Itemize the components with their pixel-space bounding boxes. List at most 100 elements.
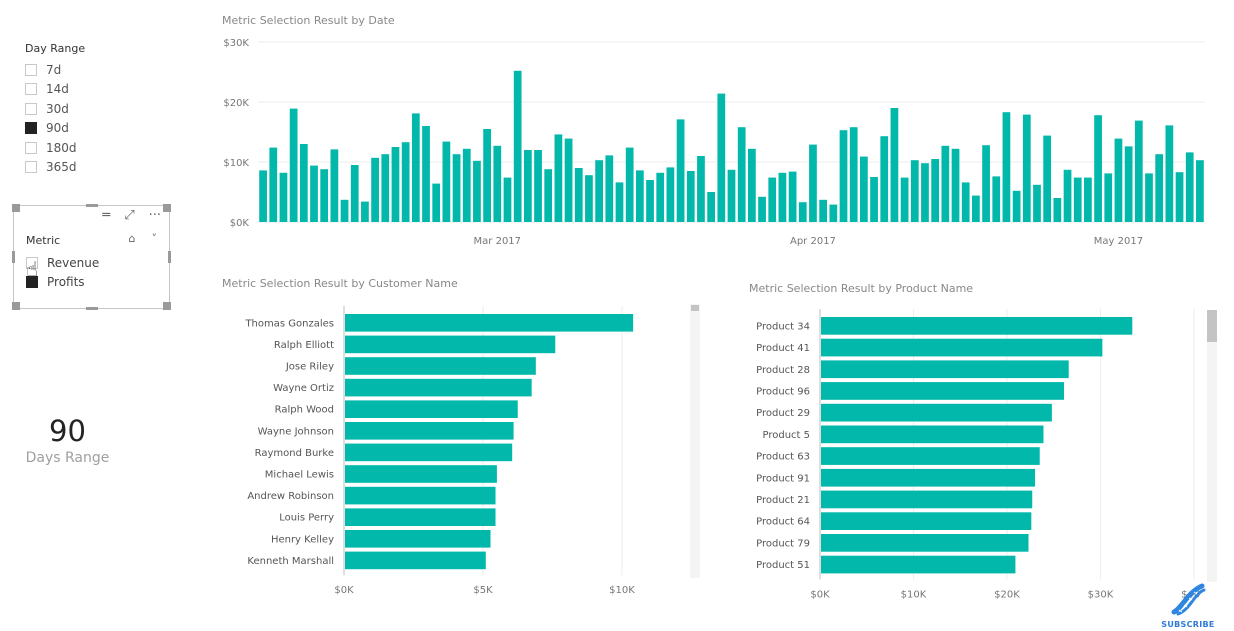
customer-bar[interactable] [345,422,514,440]
date-bar[interactable] [513,70,522,222]
date-bar[interactable] [635,170,644,222]
date-bar[interactable] [768,177,777,222]
product-scroll-thumb[interactable] [1207,310,1217,342]
day-range-option[interactable]: 14d [25,80,175,100]
product-bar[interactable] [821,447,1040,465]
customer-bar[interactable] [345,400,518,418]
date-bar[interactable] [269,147,278,222]
date-bar[interactable] [1165,125,1174,222]
date-bar[interactable] [523,150,532,222]
date-bar[interactable] [391,147,400,222]
customer-bar[interactable] [345,530,491,548]
date-bar[interactable] [951,148,960,222]
date-bar[interactable] [1063,169,1072,222]
date-bar[interactable] [574,168,583,222]
date-bar[interactable] [289,108,298,222]
date-bar[interactable] [473,160,481,222]
date-bar[interactable] [1104,173,1113,222]
customer-bar[interactable] [345,314,634,332]
date-bar[interactable] [1124,146,1133,222]
date-bar[interactable] [1134,120,1143,222]
date-bar[interactable] [615,182,624,222]
date-bar[interactable] [931,159,940,222]
chevron-down-icon[interactable]: ˅ [152,232,158,245]
resize-handle[interactable] [86,307,98,310]
date-bar[interactable] [646,180,654,222]
date-bar[interactable] [330,149,339,222]
resize-handle[interactable] [12,251,15,263]
date-bar[interactable] [910,160,919,222]
customer-chart[interactable]: $0K $5K $10K Thomas Gonzales Ralph Elliott Jo… [215,300,685,600]
day-range-option[interactable]: 7d [25,60,175,80]
checkbox[interactable] [25,122,37,135]
date-bar[interactable] [982,145,990,222]
date-bar[interactable] [503,177,512,222]
checkbox[interactable] [25,83,37,96]
date-bar[interactable] [422,126,430,222]
customer-bar[interactable] [345,378,532,397]
product-bar[interactable] [821,468,1036,487]
date-bar[interactable] [452,154,461,222]
date-bar[interactable] [890,108,899,222]
date-bar[interactable] [788,171,797,222]
date-bar[interactable] [1084,177,1092,222]
date-bar[interactable] [259,170,267,222]
product-bar[interactable] [821,317,1133,335]
date-bar[interactable] [819,199,828,222]
resize-handle[interactable] [168,251,171,263]
date-bar[interactable] [717,93,726,222]
date-bar[interactable] [310,165,318,222]
date-bar[interactable] [1175,172,1184,222]
date-bar[interactable] [605,155,614,222]
date-bar[interactable] [1114,138,1123,222]
date-bar[interactable] [1155,154,1164,222]
customer-scrollbar[interactable] [690,304,700,578]
date-bar[interactable] [1043,135,1052,222]
date-bar[interactable] [676,119,685,222]
customer-bar[interactable] [345,508,496,526]
date-bar[interactable] [411,113,420,222]
date-bar[interactable] [1185,152,1194,222]
checkbox[interactable] [25,161,37,174]
date-bar[interactable] [432,183,441,222]
product-bar[interactable] [821,555,1016,574]
date-bar[interactable] [595,160,603,222]
checkbox[interactable] [25,63,37,76]
date-bar[interactable] [737,127,746,222]
date-bar[interactable] [666,167,675,222]
date-bar[interactable] [798,202,807,222]
day-range-option[interactable]: 30d [25,99,175,119]
product-scrollbar[interactable] [1207,310,1217,582]
date-bar[interactable] [554,134,563,222]
resize-handle[interactable] [163,204,171,212]
date-bar[interactable] [758,196,766,222]
resize-handle[interactable] [163,302,171,310]
date-bar[interactable] [860,156,868,222]
date-bar[interactable] [1196,160,1204,222]
date-bar[interactable] [880,136,889,222]
date-bar[interactable] [1022,114,1031,222]
checkbox[interactable] [25,141,37,154]
date-bar[interactable] [564,138,573,222]
date-bar[interactable] [1094,115,1102,222]
date-bar[interactable] [299,144,308,222]
product-bar[interactable] [821,512,1032,530]
date-bar[interactable] [483,129,491,222]
date-bar[interactable] [849,127,858,222]
product-chart[interactable]: $0K$10K$20K$30K$40KProduct 34Product 41P… [740,305,1200,605]
product-bar[interactable] [821,382,1065,400]
customer-bar[interactable] [345,486,496,505]
date-bar[interactable] [371,157,379,222]
date-bar[interactable] [585,175,593,222]
date-bar[interactable] [1073,177,1082,222]
date-bar[interactable] [778,172,787,222]
date-bar[interactable] [707,192,716,222]
date-bar[interactable] [1053,198,1062,222]
date-bar[interactable] [727,169,736,222]
date-bar[interactable] [442,141,451,222]
date-bar[interactable] [921,163,929,222]
date-bar[interactable] [829,204,838,222]
customer-bar[interactable] [345,551,486,570]
date-bar[interactable] [1002,112,1011,222]
date-bar[interactable] [361,201,369,222]
